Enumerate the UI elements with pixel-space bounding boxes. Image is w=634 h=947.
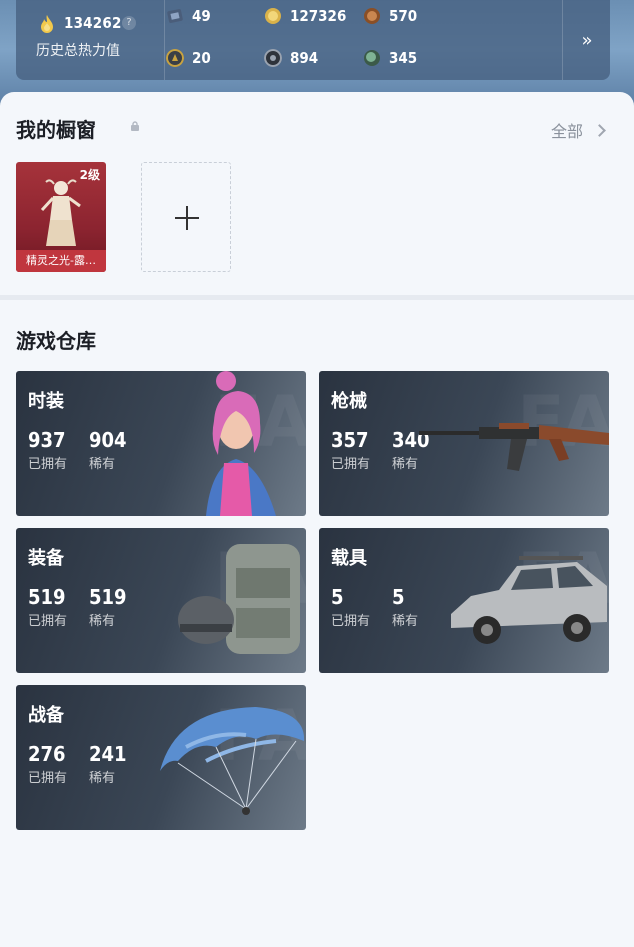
currency-bronze[interactable]: 570 <box>363 5 417 27</box>
warehouse-card-equipment[interactable]: FA 装备 519已拥有 519稀有 <box>16 528 306 673</box>
warehouse-card-supplies[interactable]: FA 战备 276已拥有 241稀有 <box>16 685 306 830</box>
parachute-art <box>160 707 305 815</box>
main-panel: 我的橱窗 全部 2级 精灵之光-露… 游戏仓库 FA 时装 937 已拥有 904… <box>0 92 634 947</box>
character-art <box>206 371 276 516</box>
heat-value: 134262 <box>64 14 122 32</box>
showcase-item[interactable]: 2级 精灵之光-露… <box>16 162 106 272</box>
currency-emblem[interactable]: 20 <box>166 47 211 69</box>
view-all-link[interactable]: 全部 <box>551 118 606 142</box>
warehouse-card-fashion[interactable]: FA 时装 937 已拥有 904 稀有 <box>16 371 306 516</box>
gold-coin-icon <box>265 8 281 24</box>
elf-costume-figure <box>40 179 81 246</box>
item-name: 精灵之光-露… <box>16 250 106 272</box>
car-art <box>451 556 607 644</box>
currency-gold[interactable]: 127326 <box>264 5 346 27</box>
lock-icon <box>131 121 139 131</box>
currency-ticket[interactable]: 49 <box>166 5 211 27</box>
flame-icon <box>41 15 53 33</box>
chevron-right-icon <box>593 123 606 137</box>
silver-coin-icon <box>264 49 282 67</box>
expand-more-button[interactable]: » <box>564 0 610 80</box>
add-showcase-button[interactable] <box>141 162 231 272</box>
warehouse-card-vehicles[interactable]: FA 载具 5已拥有 5稀有 <box>319 528 609 673</box>
warehouse-card-weapons[interactable]: FA 枪械 357 已拥有 340 稀有 <box>319 371 609 516</box>
showcase-title: 我的橱窗 <box>16 118 96 142</box>
currency-green[interactable]: 345 <box>363 47 417 69</box>
heat-section: 134262 ? 历史总热力值 <box>16 0 164 80</box>
bronze-coin-icon <box>364 8 380 24</box>
help-icon[interactable]: ? <box>122 16 136 30</box>
emblem-coin-icon <box>166 49 184 67</box>
rifle-art <box>419 423 609 471</box>
warehouse-title: 游戏仓库 <box>16 329 96 353</box>
divider <box>562 0 563 80</box>
section-divider <box>0 295 634 300</box>
green-orb-icon <box>364 50 380 66</box>
currency-silver[interactable]: 894 <box>264 47 318 69</box>
heat-label: 历史总热力值 <box>36 43 120 59</box>
backpack-helmet-art <box>178 544 300 654</box>
ticket-icon <box>167 9 183 23</box>
stats-panel: 134262 ? 历史总热力值 49 127326 570 20 894 345… <box>16 0 610 80</box>
divider <box>164 0 165 80</box>
